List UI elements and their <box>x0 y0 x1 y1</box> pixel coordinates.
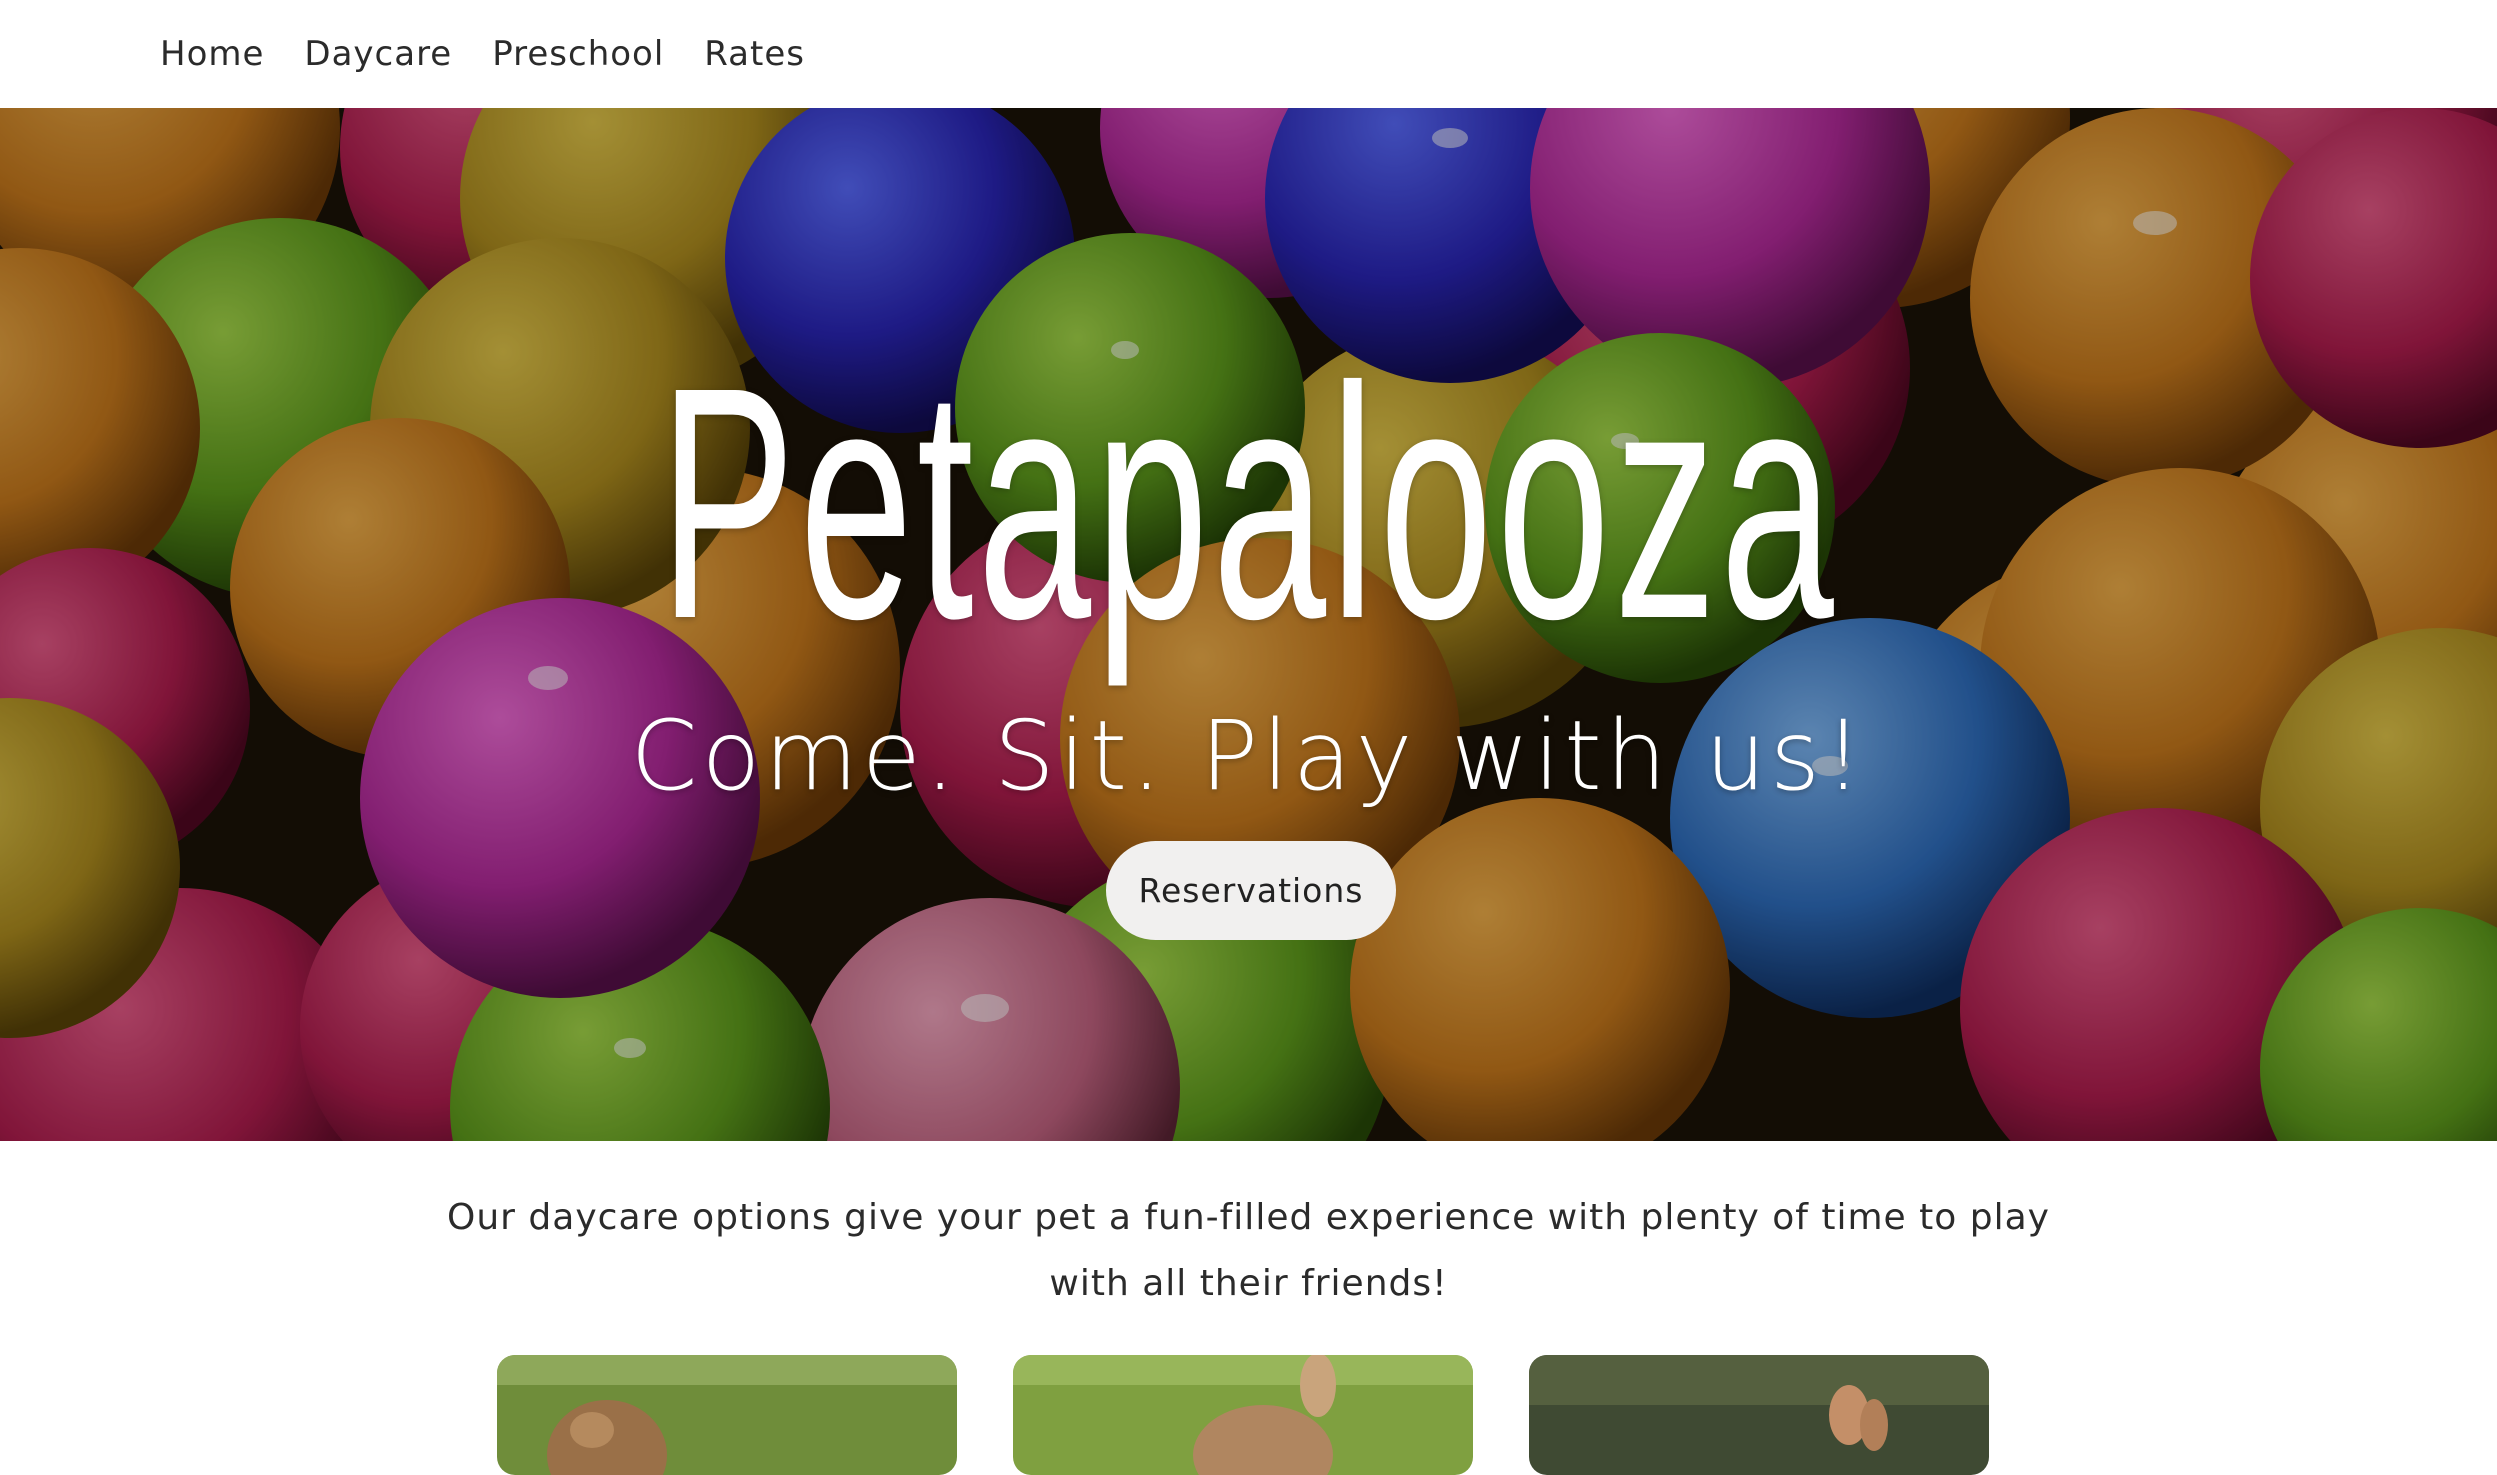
top-nav: Home Daycare Preschool Rates <box>0 0 2497 108</box>
photo-card[interactable] <box>1013 1355 1473 1475</box>
nav-preschool-link[interactable]: Preschool <box>492 34 664 74</box>
intro-line-1: Our daycare options give your pet a fun-… <box>447 1197 2050 1238</box>
hero-title: Petapalooza <box>659 318 1838 687</box>
nav-rates-link[interactable]: Rates <box>704 34 805 74</box>
photo-card[interactable] <box>497 1355 957 1475</box>
dog-on-grass-photo-1 <box>497 1355 957 1475</box>
photo-cards <box>0 1355 2497 1475</box>
intro-line-2: with all their friends! <box>1049 1263 1448 1304</box>
hero-banner: Petapalooza Come. Sit. Play with us! Res… <box>0 108 2497 1141</box>
hero-tagline: Come. Sit. Play with us! <box>630 700 1867 812</box>
nav-home-link[interactable]: Home <box>160 34 264 74</box>
nav-daycare-link[interactable]: Daycare <box>304 34 452 74</box>
photo-card[interactable] <box>1529 1355 1989 1475</box>
reservations-button[interactable]: Reservations <box>1106 841 1396 940</box>
intro-text: Our daycare options give your pet a fun-… <box>0 1185 2497 1317</box>
dog-on-grass-photo-2 <box>1013 1355 1473 1475</box>
dog-on-grass-photo-3 <box>1529 1355 1989 1475</box>
